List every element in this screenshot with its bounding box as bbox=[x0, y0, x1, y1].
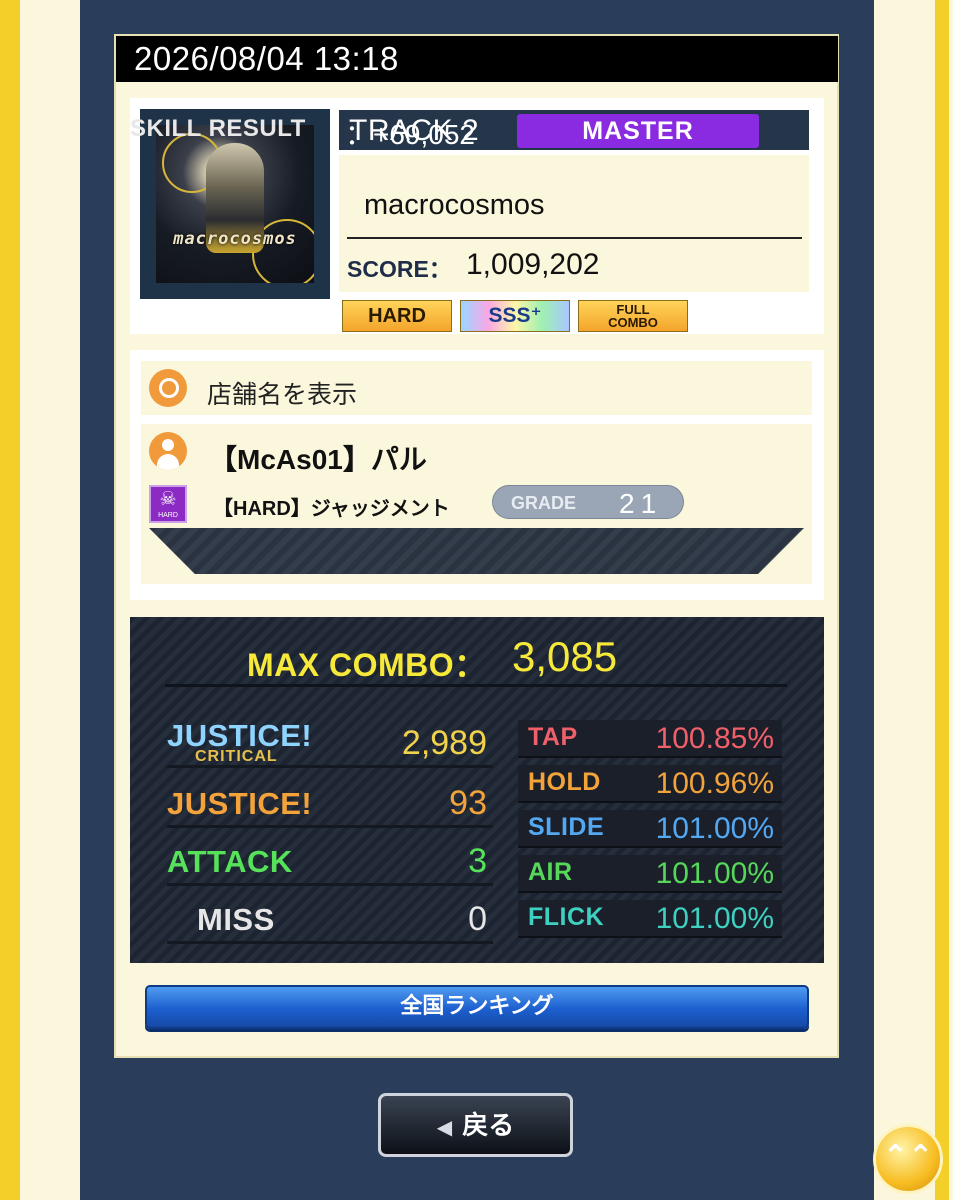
left-border bbox=[0, 0, 20, 1200]
rank-badge: SSS⁺ bbox=[460, 300, 570, 332]
judge-row-justice: JUSTICE! 93 bbox=[167, 778, 493, 828]
note-type-label: HOLD bbox=[528, 768, 601, 796]
right-border bbox=[933, 0, 953, 1200]
note-rate-value: 100.85% bbox=[655, 722, 774, 755]
player-title: 【HARD】ジャッジメント bbox=[213, 498, 450, 520]
store-icon bbox=[149, 369, 187, 407]
note-rate-slide: SLIDE 101.00% bbox=[518, 810, 782, 848]
judge-label: MISS bbox=[197, 902, 275, 937]
note-rate-value: 101.00% bbox=[655, 812, 774, 845]
note-type-label: SLIDE bbox=[528, 813, 605, 841]
player-info: 【McAs01】パル ☠ HARD 【HARD】ジャッジメント GRADE 21 bbox=[141, 424, 812, 584]
clear-badge: HARD bbox=[342, 300, 452, 332]
skill-result-label: SKILL RESULT bbox=[130, 115, 306, 142]
skill-result-bar bbox=[149, 528, 804, 574]
note-rate-air: AIR 101.00% bbox=[518, 855, 782, 893]
class-icon-label: HARD bbox=[158, 512, 178, 519]
full-combo-badge: FULL COMBO bbox=[578, 300, 688, 332]
jacket-logo: macrocosmos bbox=[173, 229, 297, 249]
jacket-image: macrocosmos bbox=[156, 125, 314, 283]
judge-row-attack: ATTACK 3 bbox=[167, 836, 493, 886]
difficulty-badge: MASTER bbox=[517, 114, 759, 148]
song-info: macrocosmos SCORE： 1,009,202 bbox=[339, 155, 809, 292]
avatar-icon bbox=[149, 432, 187, 470]
show-store-label: 店舗名を表示 bbox=[207, 381, 358, 409]
score-label: SCORE： bbox=[347, 256, 452, 282]
play-date: 2026/08/04 13:18 bbox=[116, 36, 838, 82]
judge-row-justice-critical: JUSTICE! CRITICAL 2,989 bbox=[167, 710, 493, 768]
judge-label: JUSTICE! bbox=[167, 786, 313, 821]
divider bbox=[347, 237, 802, 239]
note-type-label: AIR bbox=[528, 858, 573, 886]
back-button[interactable]: ◀ 戻る bbox=[378, 1093, 573, 1157]
fc-line2: COMBO bbox=[608, 315, 658, 330]
combo-divider bbox=[165, 684, 787, 687]
note-rate-hold: HOLD 100.96% bbox=[518, 765, 782, 803]
judge-value: 3 bbox=[468, 842, 487, 880]
judge-value: 0 bbox=[468, 900, 487, 938]
note-type-label: FLICK bbox=[528, 903, 605, 931]
max-combo-value: 3,085 bbox=[512, 633, 618, 680]
skull-icon: ☠ HARD bbox=[149, 485, 187, 523]
note-rate-tap: TAP 100.85% bbox=[518, 720, 782, 758]
national-ranking-button[interactable]: 全国ランキング bbox=[145, 985, 809, 1029]
song-title: macrocosmos bbox=[364, 189, 545, 221]
grade-label: GRADE bbox=[511, 493, 577, 513]
judge-row-miss: MISS 0 bbox=[167, 894, 493, 944]
scroll-top-icon[interactable]: ⌃⌃ bbox=[873, 1124, 943, 1194]
score-value: 1,009,202 bbox=[466, 248, 600, 281]
note-rate-value: 101.00% bbox=[655, 857, 774, 890]
back-button-label: 戻る bbox=[462, 1110, 515, 1140]
judge-sublabel: CRITICAL bbox=[195, 748, 278, 765]
note-rate-flick: FLICK 101.00% bbox=[518, 900, 782, 938]
skill-result-value: ：+69,052 bbox=[345, 119, 475, 150]
note-type-label: TAP bbox=[528, 723, 578, 751]
max-combo-label: MAX COMBO： bbox=[247, 647, 487, 683]
judge-value: 2,989 bbox=[401, 724, 487, 762]
back-arrow-icon: ◀ bbox=[436, 1117, 453, 1139]
note-rate-value: 101.00% bbox=[655, 902, 774, 935]
grade-value: 21 bbox=[619, 488, 663, 519]
judge-label: ATTACK bbox=[167, 844, 293, 879]
grade-badge: GRADE 21 bbox=[492, 485, 684, 519]
player-name: 【McAs01】パル bbox=[209, 444, 427, 475]
judge-value: 93 bbox=[449, 784, 487, 822]
note-rate-value: 100.96% bbox=[655, 767, 774, 800]
show-store-button[interactable]: 店舗名を表示 bbox=[141, 361, 812, 415]
